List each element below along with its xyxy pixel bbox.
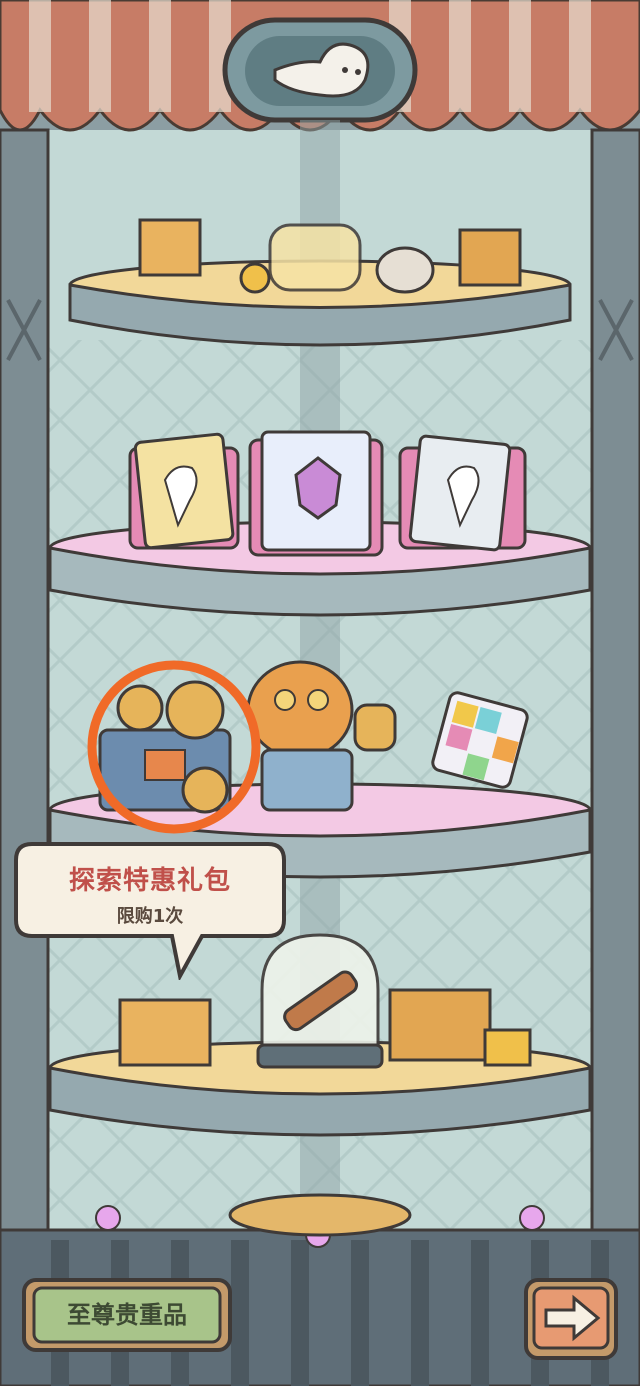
offer-bubble[interactable]: 探索特惠礼包 限购1次 — [12, 840, 288, 980]
offer-title: 探索特惠礼包 — [68, 866, 231, 896]
premium-items-label: 至尊贵重品 — [67, 1301, 187, 1329]
shop-tower-scene — [0, 0, 640, 1386]
ghost-card-gold[interactable] — [128, 432, 240, 550]
ghost-sign — [222, 17, 418, 123]
shelf-2 — [48, 430, 592, 617]
next-page-button[interactable] — [524, 1278, 618, 1360]
ghost-card-white[interactable] — [398, 434, 527, 552]
premium-items-button[interactable]: 至尊贵重品 — [22, 1278, 232, 1352]
shelf-1 — [68, 218, 572, 347]
crystal-card-purple[interactable] — [248, 430, 384, 557]
arrow-right-icon — [524, 1278, 618, 1360]
offer-limit: 限购1次 — [116, 906, 184, 927]
